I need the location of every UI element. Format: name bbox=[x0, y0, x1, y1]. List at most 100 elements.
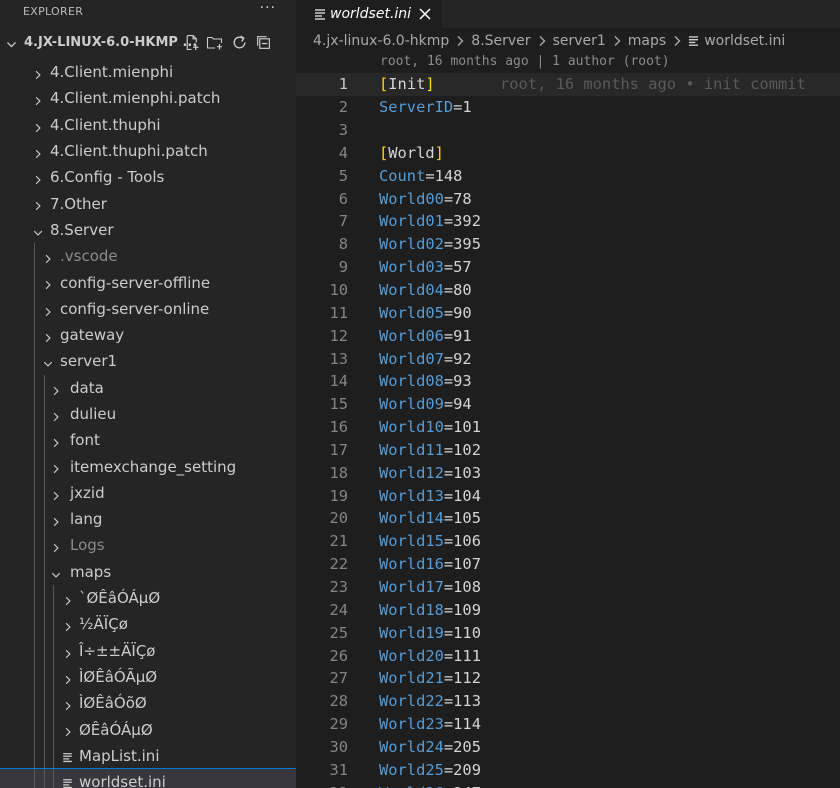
ini-equals: = bbox=[443, 440, 454, 459]
breadcrumb-item[interactable]: server1 bbox=[553, 33, 606, 49]
folder-item-4-client-mienphi[interactable]: 4.Client.mienphi bbox=[0, 59, 296, 85]
code-line[interactable]: 2 ServerID=1 bbox=[296, 96, 840, 119]
code-line[interactable]: 8 World02=395 bbox=[296, 233, 840, 256]
code-line[interactable]: 1 [Init] root, 16 months ago • init commit bbox=[296, 73, 840, 96]
folder-item-7-other[interactable]: 7.Other bbox=[0, 190, 296, 216]
folder-item-item-23[interactable]: ÌØÊâÓÃµØ bbox=[0, 663, 296, 691]
ini-equals: = bbox=[443, 303, 454, 322]
folder-item-data[interactable]: data bbox=[0, 374, 296, 401]
breadcrumb-item[interactable]: maps bbox=[628, 33, 666, 49]
folder-item-4-client-mienphi-patch[interactable]: 4.Client.mienphi.patch bbox=[0, 85, 296, 111]
ini-equals: = bbox=[443, 349, 454, 368]
workspace-root-label: 4.JX-LINUX-6.0-HKMP ... bbox=[24, 34, 198, 50]
code-line[interactable]: 23 World17=108 bbox=[296, 576, 840, 599]
tab-title: worldset.ini bbox=[330, 6, 412, 22]
code-line[interactable]: 14 World08=93 bbox=[296, 370, 840, 393]
code-line[interactable]: 12 World06=91 bbox=[296, 324, 840, 347]
code-line[interactable]: 17 World11=102 bbox=[296, 439, 840, 462]
folder-item-server1[interactable]: server1 bbox=[0, 348, 296, 375]
code-line[interactable]: 13 World07=92 bbox=[296, 347, 840, 370]
code-line[interactable]: 30 World24=205 bbox=[296, 735, 840, 758]
ini-equals: = bbox=[443, 737, 454, 756]
folder-item-itemexchange-setting[interactable]: itemexchange_setting bbox=[0, 453, 296, 480]
code-line[interactable]: 19 World13=104 bbox=[296, 484, 840, 507]
breadcrumb-item[interactable]: worldset.ini bbox=[704, 33, 785, 49]
tree-item-label: 8.Server bbox=[50, 220, 114, 239]
code-line[interactable]: 16 World10=101 bbox=[296, 416, 840, 439]
folder-item-gateway[interactable]: gateway bbox=[0, 321, 296, 349]
line-number: 20 bbox=[329, 509, 348, 528]
folder-item-item-25[interactable]: ØÊâÓÁµØ bbox=[0, 716, 296, 743]
new-folder-icon[interactable] bbox=[206, 32, 224, 52]
folder-item-item-20[interactable]: `ØÊâÓÁµØ bbox=[0, 584, 296, 612]
code-line[interactable]: 26 World20=111 bbox=[296, 644, 840, 667]
workspace-root-folder[interactable]: 4.JX-LINUX-6.0-HKMP ... bbox=[0, 30, 296, 54]
indent-guide bbox=[34, 769, 35, 788]
code-line[interactable]: 21 World15=106 bbox=[296, 530, 840, 553]
ini-value: 104 bbox=[453, 486, 481, 505]
git-blame-codelens[interactable]: root, 16 months ago | 1 author (root) bbox=[380, 54, 670, 69]
folder-item-4-client-thuphi-patch[interactable]: 4.Client.thuphi.patch bbox=[0, 138, 296, 164]
chevron-down-icon bbox=[42, 356, 54, 374]
file-item-worldset-ini[interactable]: worldset.ini bbox=[0, 768, 296, 788]
code-line[interactable]: 3 bbox=[296, 119, 840, 142]
breadcrumb-item[interactable]: 4.jx-linux-6.0-hkmp bbox=[313, 33, 449, 49]
folder-item-lang[interactable]: lang bbox=[0, 506, 296, 533]
folder-item-item-22[interactable]: Î÷±±ÄÏÇø bbox=[0, 637, 296, 664]
code-line[interactable]: 10 World04=80 bbox=[296, 279, 840, 302]
folder-item-4-client-thuphi[interactable]: 4.Client.thuphi bbox=[0, 112, 296, 138]
folder-item-logs[interactable]: Logs bbox=[0, 532, 296, 559]
ini-equals: = bbox=[443, 326, 454, 345]
code-text: World04=80 bbox=[379, 281, 472, 299]
code-text: World07=92 bbox=[379, 350, 472, 368]
code-line[interactable]: 6 World00=78 bbox=[296, 187, 840, 210]
code-line[interactable]: 20 World14=105 bbox=[296, 507, 840, 530]
code-line[interactable]: 11 World05=90 bbox=[296, 301, 840, 324]
code-line[interactable]: 9 World03=57 bbox=[296, 256, 840, 279]
indent-guide bbox=[34, 663, 35, 691]
indent-guide bbox=[34, 584, 35, 612]
code-view[interactable]: 1 [Init] root, 16 months ago • init commit… bbox=[296, 73, 840, 788]
collapse-all-icon[interactable] bbox=[254, 32, 272, 52]
code-line[interactable]: 15 World09=94 bbox=[296, 393, 840, 416]
ini-value: 93 bbox=[453, 372, 472, 391]
folder-item-config-server-offline[interactable]: config-server-offline bbox=[0, 269, 296, 296]
folder-item-vscode[interactable]: .vscode bbox=[0, 243, 296, 270]
code-line[interactable]: 18 World12=103 bbox=[296, 461, 840, 484]
code-line[interactable]: 27 World21=112 bbox=[296, 667, 840, 690]
folder-item-maps[interactable]: maps bbox=[0, 558, 296, 585]
close-icon[interactable] bbox=[418, 6, 432, 25]
more-actions-icon[interactable]: ··· bbox=[260, 0, 276, 16]
ini-value: 107 bbox=[453, 555, 481, 574]
code-line[interactable]: 22 World16=107 bbox=[296, 553, 840, 576]
chevron-right-icon bbox=[32, 120, 44, 138]
refresh-icon[interactable] bbox=[230, 32, 248, 52]
tab-worldset-ini[interactable]: worldset.ini bbox=[296, 0, 442, 28]
breadcrumb-item[interactable]: 8.Server bbox=[471, 33, 530, 49]
file-item-maplist-ini[interactable]: MapList.ini bbox=[0, 742, 296, 770]
folder-item-jxzid[interactable]: jxzid bbox=[0, 479, 296, 507]
ini-value: 102 bbox=[453, 440, 481, 459]
indent-guide bbox=[44, 400, 45, 428]
code-line[interactable]: 4 [World] bbox=[296, 142, 840, 165]
code-line[interactable]: 7 World01=392 bbox=[296, 210, 840, 233]
chevron-right-icon bbox=[42, 330, 54, 348]
new-file-icon[interactable] bbox=[182, 32, 200, 52]
folder-item-6-config-tools[interactable]: 6.Config - Tools bbox=[0, 164, 296, 190]
folder-item-item-24[interactable]: ÌØÊâÓõØ bbox=[0, 690, 296, 717]
indent-guide bbox=[44, 716, 45, 743]
code-line[interactable]: 32 World26=247 bbox=[296, 781, 840, 788]
folder-item-config-server-online[interactable]: config-server-online bbox=[0, 295, 296, 322]
section-name: Init bbox=[388, 75, 426, 94]
code-line[interactable]: 5 Count=148 bbox=[296, 164, 840, 187]
code-line[interactable]: 24 World18=109 bbox=[296, 598, 840, 621]
code-line[interactable]: 28 World22=113 bbox=[296, 690, 840, 713]
ini-key: World11 bbox=[379, 440, 444, 459]
code-line[interactable]: 31 World25=209 bbox=[296, 758, 840, 781]
code-line[interactable]: 25 World19=110 bbox=[296, 621, 840, 644]
folder-item-8-server[interactable]: 8.Server bbox=[0, 217, 296, 243]
folder-item-item-21[interactable]: ½ÄÏÇø bbox=[0, 611, 296, 638]
code-line[interactable]: 29 World23=114 bbox=[296, 713, 840, 736]
folder-item-font[interactable]: font bbox=[0, 427, 296, 454]
folder-item-dulieu[interactable]: dulieu bbox=[0, 400, 296, 428]
